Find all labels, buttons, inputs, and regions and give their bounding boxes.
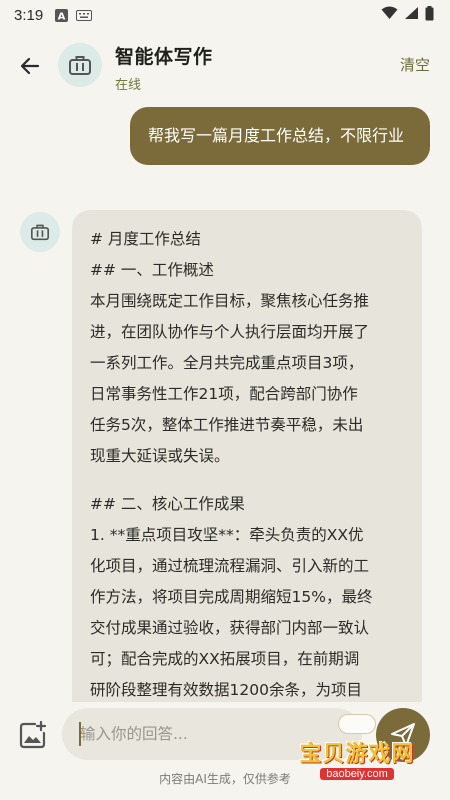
input-bar [0, 702, 450, 768]
ai-text-line: 研阶段整理有效数据1200余条，为项目 [90, 681, 362, 699]
ai-text-line: 本月围绕既定工作目标，聚焦核心任务推 [90, 292, 370, 310]
chat-messages: 帮我写一篇月度工作总结，不限行业 # 月度工作总结 ## 一、工作概述 本月围绕… [0, 102, 450, 702]
ai-text-line: ## 一、工作概述 [90, 261, 214, 279]
add-image-button[interactable] [16, 718, 50, 752]
ai-text-line: 进，在团队协作与个人执行层面均开展了 [90, 323, 370, 341]
clear-button[interactable]: 清空 [400, 54, 430, 75]
ai-disclaimer: 内容由AI生成，仅供参考 [159, 772, 291, 786]
keyboard-icon [76, 9, 93, 21]
status-bar: 3:19 A [0, 0, 450, 30]
ai-paragraph-gap [90, 472, 406, 489]
ai-text-line: 一系列工作。全月共完成重点项目3项， [90, 354, 364, 372]
ai-avatar [20, 212, 60, 252]
wifi-icon [381, 6, 398, 24]
agent-avatar [58, 43, 102, 87]
ai-text-line: 可；配合完成的XX拓展项目，在前期调 [90, 650, 360, 668]
briefcase-icon [69, 56, 91, 75]
signal-icon [404, 6, 419, 24]
send-icon [391, 723, 415, 747]
status-time: 3:19 [14, 6, 44, 24]
ai-text-line: 任务5次，整体工作推进节奏平稳，未出 [90, 416, 364, 434]
arrow-left-icon [20, 57, 40, 75]
add-image-icon [19, 720, 47, 749]
online-status: 在线 [115, 78, 142, 93]
ai-message-bubble: # 月度工作总结 ## 一、工作概述 本月围绕既定工作目标，聚焦核心任务推 进，… [72, 210, 422, 702]
ai-text-line: 作方法，将项目完成周期缩短15%，最终 [90, 588, 373, 606]
user-message-bubble: 帮我写一篇月度工作总结，不限行业 [130, 107, 430, 165]
ai-text-line: 现重大延误或失误。 [90, 447, 230, 465]
ai-text-line: 交付成果通过验收，获得部门内部一致认 [90, 619, 370, 637]
header-title-group: 智能体写作 在线 [115, 42, 213, 93]
briefcase-icon [31, 224, 49, 241]
ai-text-line: 化项目，通过梳理流程漏洞、引入新的工 [90, 557, 370, 575]
answer-input[interactable] [62, 708, 362, 760]
chat-header: 智能体写作 在线 清空 [0, 30, 450, 102]
ai-text-line: ## 二、核心工作成果 [90, 495, 245, 513]
text-caret [79, 722, 81, 746]
svg-text:A: A [58, 11, 66, 22]
send-button[interactable] [376, 708, 430, 762]
page-title: 智能体写作 [115, 46, 213, 68]
ai-text-line: 日常事务性工作21项，配合跨部门协作 [90, 385, 358, 403]
back-button[interactable] [14, 50, 46, 82]
notification-a-icon: A [55, 8, 69, 22]
ai-text-line: 1. **重点项目攻坚**：牵头负责的XX优 [90, 526, 364, 544]
ai-text-line: # 月度工作总结 [90, 230, 201, 248]
battery-icon [425, 5, 434, 25]
